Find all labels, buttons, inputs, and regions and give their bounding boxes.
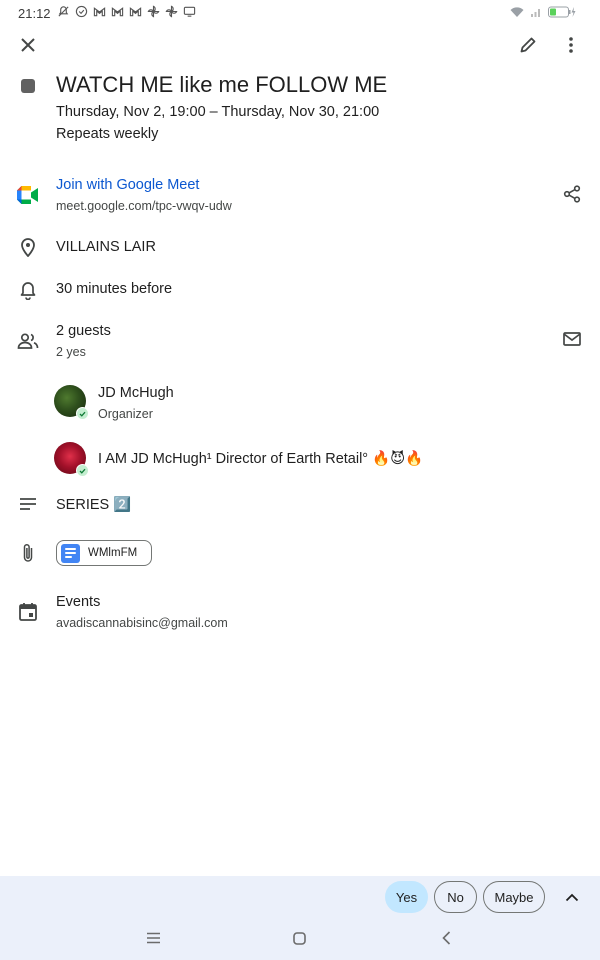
mail-icon xyxy=(563,332,581,346)
more-options-button[interactable] xyxy=(559,33,583,57)
attachment-chip[interactable]: WMlmFM xyxy=(56,540,152,566)
event-location[interactable]: VILLAINS LAIR xyxy=(56,239,156,255)
share-icon xyxy=(563,185,581,203)
signal-icon xyxy=(531,9,540,17)
rsvp-maybe-button[interactable]: Maybe xyxy=(483,881,545,913)
rsvp-yes-button[interactable]: Yes xyxy=(385,881,428,913)
pinwheel-icon xyxy=(165,5,178,18)
check-circle-icon xyxy=(75,5,88,18)
accepted-check-icon xyxy=(76,464,89,477)
pencil-icon xyxy=(520,37,536,53)
event-color-indicator xyxy=(16,74,40,98)
event-recurrence: Repeats weekly xyxy=(56,126,159,142)
mute-icon xyxy=(58,6,69,17)
bell-icon xyxy=(16,278,40,302)
event-color-swatch xyxy=(21,79,35,93)
back-button[interactable] xyxy=(436,928,456,948)
screen-icon xyxy=(183,6,196,17)
guests-responses: 2 yes xyxy=(56,345,86,359)
guest-avatar[interactable] xyxy=(54,442,89,477)
close-button[interactable] xyxy=(16,33,40,57)
system-icons xyxy=(510,6,578,18)
chevron-up-icon xyxy=(565,893,579,901)
google-meet-icon xyxy=(16,183,40,207)
calendar-name: Events xyxy=(56,594,101,610)
guest-name: JD McHugh xyxy=(98,385,174,401)
people-icon xyxy=(16,329,40,353)
guest-name: I AM JD McHugh¹ Director of Earth Retail… xyxy=(98,451,424,467)
more-vert-icon xyxy=(569,37,573,53)
location-pin-icon xyxy=(16,235,40,259)
rsvp-no-button[interactable]: No xyxy=(434,881,477,913)
menu-icon xyxy=(146,932,160,944)
event-details-screen: 21:12 WATCH ME like me FOLLOW ME Thursda… xyxy=(0,0,600,960)
status-bar: 21:12 xyxy=(0,0,600,26)
accepted-check-icon xyxy=(76,407,89,420)
meet-url: meet.google.com/tpc-vwqv-udw xyxy=(56,199,232,213)
event-description: SERIES 2️⃣ xyxy=(56,497,132,513)
attachment-name: WMlmFM xyxy=(88,547,138,559)
wifi-icon xyxy=(510,7,524,17)
gmail-icon xyxy=(93,7,106,17)
guest-role: Organizer xyxy=(98,407,153,421)
guests-count: 2 guests xyxy=(56,323,111,339)
google-docs-icon xyxy=(61,543,80,563)
email-guests-button[interactable] xyxy=(560,327,584,351)
status-time: 21:12 xyxy=(18,6,51,21)
notification-icons xyxy=(57,5,196,18)
event-title: WATCH ME like me FOLLOW ME xyxy=(56,72,388,97)
attachment-icon xyxy=(16,541,40,565)
recents-button[interactable] xyxy=(143,928,163,948)
gmail-icon xyxy=(129,7,142,17)
share-button[interactable] xyxy=(560,182,584,206)
guest-avatar[interactable] xyxy=(54,385,89,420)
event-datetime: Thursday, Nov 2, 19:00 – Thursday, Nov 3… xyxy=(56,104,380,120)
pinwheel-icon xyxy=(147,5,160,18)
notes-icon xyxy=(16,492,40,516)
home-button[interactable] xyxy=(289,928,309,948)
edit-button[interactable] xyxy=(516,33,540,57)
home-square-icon xyxy=(292,931,306,945)
event-reminder: 30 minutes before xyxy=(56,281,173,297)
close-icon xyxy=(21,38,35,52)
system-navigation-bar xyxy=(0,924,600,954)
calendar-account: avadiscannabisinc@gmail.com xyxy=(56,616,228,630)
join-google-meet-link[interactable]: Join with Google Meet xyxy=(56,177,199,193)
battery-charging-icon xyxy=(548,6,576,18)
gmail-icon xyxy=(111,7,124,17)
back-chevron-icon xyxy=(441,931,450,945)
expand-rsvp-button[interactable] xyxy=(560,885,584,909)
calendar-icon xyxy=(16,599,40,623)
